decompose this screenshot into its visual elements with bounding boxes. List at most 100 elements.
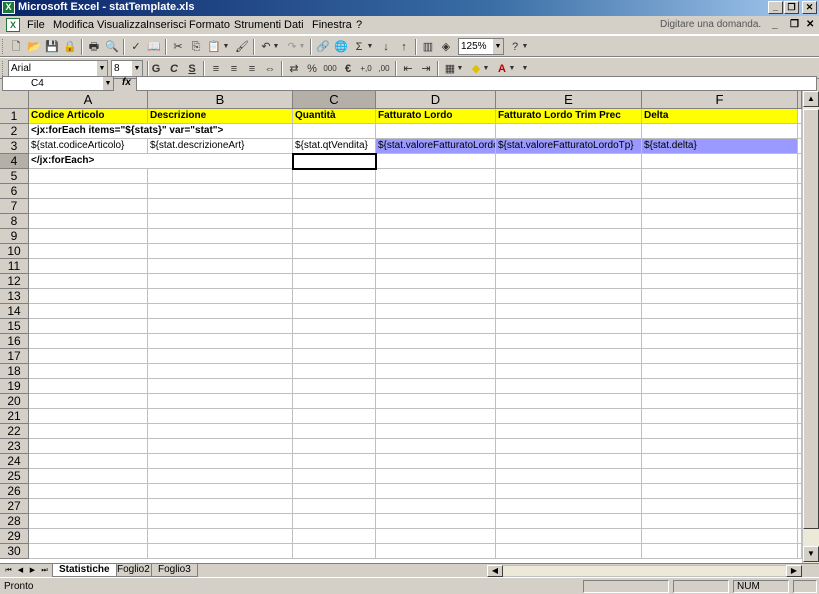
column-header-c[interactable]: C xyxy=(293,91,376,109)
cell-e28[interactable] xyxy=(496,514,642,529)
cell-d24[interactable] xyxy=(376,454,496,469)
menu-finestra[interactable]: Finestra xyxy=(312,19,352,31)
name-box[interactable]: C4 ▼ xyxy=(2,76,114,91)
row-header-26[interactable]: 26 xyxy=(0,484,29,499)
cell-a25[interactable] xyxy=(29,469,148,484)
menu-dati[interactable]: Dati xyxy=(284,19,304,31)
cell-c21[interactable] xyxy=(293,409,376,424)
cell-d3[interactable]: ${stat.valoreFatturatoLordo} xyxy=(376,139,496,154)
borders-dropdown-icon[interactable]: ▼ xyxy=(456,61,464,77)
cell-d27[interactable] xyxy=(376,499,496,514)
cell-e15[interactable] xyxy=(496,319,642,334)
cell-b19[interactable] xyxy=(148,379,293,394)
cell-c25[interactable] xyxy=(293,469,376,484)
tab-statistiche[interactable]: Statistiche xyxy=(52,564,117,577)
euro-conversion-icon[interactable]: ⇄ xyxy=(286,61,302,77)
chevron-down-icon[interactable]: ▼ xyxy=(132,61,142,76)
cell-f2[interactable] xyxy=(642,124,798,139)
cell-c13[interactable] xyxy=(293,289,376,304)
toolbar-grip[interactable] xyxy=(2,39,5,54)
row-header-6[interactable]: 6 xyxy=(0,184,29,199)
cell-f21[interactable] xyxy=(642,409,798,424)
workbook-restore-button[interactable]: ❐ xyxy=(790,19,799,30)
row-header-24[interactable]: 24 xyxy=(0,454,29,469)
cell-f27[interactable] xyxy=(642,499,798,514)
cell-f8[interactable] xyxy=(642,214,798,229)
print-icon[interactable]: 🖶 xyxy=(86,39,102,55)
cell-c11[interactable] xyxy=(293,259,376,274)
cell-b24[interactable] xyxy=(148,454,293,469)
cell-c6[interactable] xyxy=(293,184,376,199)
cell-c4[interactable] xyxy=(292,153,377,170)
cell-d23[interactable] xyxy=(376,439,496,454)
cell-e6[interactable] xyxy=(496,184,642,199)
row-header-23[interactable]: 23 xyxy=(0,439,29,454)
restore-button[interactable]: ❐ xyxy=(784,1,799,14)
cell-a9[interactable] xyxy=(29,229,148,244)
cell-e18[interactable] xyxy=(496,364,642,379)
autosum-dropdown-icon[interactable]: ▼ xyxy=(366,39,374,55)
cell-a2[interactable]: <jx:forEach items="${stats}" var="stat"> xyxy=(29,124,223,139)
cell-a23[interactable] xyxy=(29,439,148,454)
cell-b26[interactable] xyxy=(148,484,293,499)
row-header-30[interactable]: 30 xyxy=(0,544,29,559)
cell-e22[interactable] xyxy=(496,424,642,439)
fill-color-dropdown-icon[interactable]: ▼ xyxy=(482,61,490,77)
cell-a27[interactable] xyxy=(29,499,148,514)
cell-f15[interactable] xyxy=(642,319,798,334)
cell-e19[interactable] xyxy=(496,379,642,394)
prev-sheet-icon[interactable]: ◀ xyxy=(15,565,26,576)
column-header-a[interactable]: A xyxy=(29,91,148,109)
permission-icon[interactable]: 🔒 xyxy=(62,39,78,55)
next-sheet-icon[interactable]: ▶ xyxy=(27,565,38,576)
cell-d13[interactable] xyxy=(376,289,496,304)
workbook-close-button[interactable]: ✕ xyxy=(806,19,814,30)
cell-f17[interactable] xyxy=(642,349,798,364)
scroll-down-icon[interactable]: ▼ xyxy=(803,546,819,562)
cell-f23[interactable] xyxy=(642,439,798,454)
cell-d18[interactable] xyxy=(376,364,496,379)
cell-a16[interactable] xyxy=(29,334,148,349)
cell-f20[interactable] xyxy=(642,394,798,409)
row-header-2[interactable]: 2 xyxy=(0,124,29,139)
column-header-d[interactable]: D xyxy=(376,91,496,109)
workbook-icon[interactable]: X xyxy=(6,18,20,32)
cell-a14[interactable] xyxy=(29,304,148,319)
toolbar-grip[interactable] xyxy=(2,61,5,76)
cell-e4[interactable] xyxy=(496,154,642,169)
cell-b15[interactable] xyxy=(148,319,293,334)
increase-indent-icon[interactable]: ⇥ xyxy=(418,61,434,77)
percent-button[interactable]: % xyxy=(304,61,320,77)
font-size-select[interactable]: 8 ▼ xyxy=(111,60,143,77)
cell-b28[interactable] xyxy=(148,514,293,529)
close-button[interactable]: ✕ xyxy=(802,1,817,14)
cell-b12[interactable] xyxy=(148,274,293,289)
formula-input[interactable] xyxy=(136,76,817,91)
cell-d12[interactable] xyxy=(376,274,496,289)
menu-strumenti[interactable]: Strumenti xyxy=(234,19,281,31)
font-name-select[interactable]: Arial ▼ xyxy=(8,60,108,77)
cell-c3[interactable]: ${stat.qtVendita} xyxy=(293,139,376,154)
cell-b4[interactable] xyxy=(148,154,293,169)
cell-e25[interactable] xyxy=(496,469,642,484)
row-header-7[interactable]: 7 xyxy=(0,199,29,214)
cell-a4[interactable]: </jx:forEach> xyxy=(29,154,148,169)
research-icon[interactable]: 📖 xyxy=(146,39,162,55)
save-icon[interactable]: 💾 xyxy=(44,39,60,55)
cell-a22[interactable] xyxy=(29,424,148,439)
row-header-16[interactable]: 16 xyxy=(0,334,29,349)
cell-c8[interactable] xyxy=(293,214,376,229)
cell-a11[interactable] xyxy=(29,259,148,274)
worksheet-grid[interactable]: ▲ ▼ A B C D E F 1 Codice Articolo Descrizione Qua… xyxy=(0,91,819,563)
cell-d10[interactable] xyxy=(376,244,496,259)
cell-e2[interactable] xyxy=(496,124,642,139)
cell-f28[interactable] xyxy=(642,514,798,529)
cell-f16[interactable] xyxy=(642,334,798,349)
row-header-1[interactable]: 1 xyxy=(0,109,29,124)
cell-f9[interactable] xyxy=(642,229,798,244)
cell-d22[interactable] xyxy=(376,424,496,439)
cell-c26[interactable] xyxy=(293,484,376,499)
italic-button[interactable]: C xyxy=(166,61,182,77)
cell-b17[interactable] xyxy=(148,349,293,364)
chart-wizard-icon[interactable]: ▥ xyxy=(420,39,436,55)
